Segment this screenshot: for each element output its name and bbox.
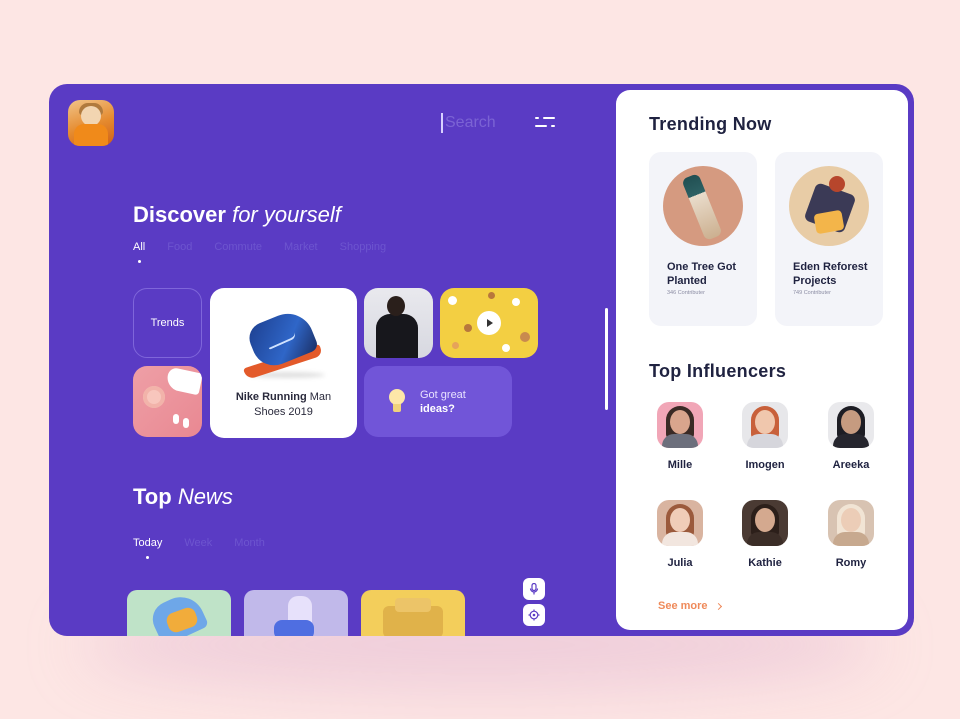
influencer-kathie[interactable]: Kathie xyxy=(730,500,800,569)
app-window: Discover for yourself All Food Commute M… xyxy=(49,84,914,636)
avatar xyxy=(828,500,874,546)
search-input[interactable] xyxy=(445,114,515,132)
trending-image xyxy=(789,166,869,246)
earbuds-image-card[interactable] xyxy=(133,366,202,437)
filter-icon[interactable] xyxy=(535,114,555,130)
tab-month[interactable]: Month xyxy=(234,537,265,549)
ideas-card[interactable]: Got great ideas? xyxy=(364,366,512,437)
tab-week[interactable]: Week xyxy=(184,537,212,549)
search-box[interactable] xyxy=(441,112,521,134)
nike-product-card[interactable]: Nike Running Man Shoes 2019 xyxy=(210,288,357,438)
trending-card-2[interactable]: Eden Reforest Projects 749 Contributer xyxy=(775,152,883,326)
influencers-title: Top Influencers xyxy=(649,361,787,381)
discover-heading: Discover for yourself xyxy=(133,202,341,228)
influencer-imogen[interactable]: Imogen xyxy=(730,402,800,471)
influencer-name: Julia xyxy=(667,557,693,569)
trending-image xyxy=(663,166,743,246)
news-card-2[interactable] xyxy=(244,590,348,636)
target-icon[interactable] xyxy=(523,604,545,626)
see-more-link[interactable]: See more xyxy=(658,600,722,612)
influencer-name: Imogen xyxy=(745,459,785,471)
ideas-text: Got great ideas? xyxy=(420,388,466,416)
text-caret xyxy=(441,113,443,133)
trending-contributors: 346 Contributer xyxy=(667,290,705,296)
tab-today[interactable]: Today xyxy=(133,537,162,559)
trends-label: Trends xyxy=(150,317,185,329)
trending-title: Trending Now xyxy=(649,114,772,134)
trending-name: One Tree Got Planted xyxy=(667,261,737,287)
influencer-name: Areeka xyxy=(832,459,870,471)
right-panel: Trending Now One Tree Got Planted 346 Co… xyxy=(616,90,908,630)
discover-title-bold: Discover xyxy=(133,202,226,227)
discover-tabs: All Food Commute Market Shopping xyxy=(133,241,408,263)
play-icon[interactable] xyxy=(477,311,501,335)
trending-name: Eden Reforest Projects xyxy=(793,261,868,287)
discover-title-italic: for yourself xyxy=(232,202,341,227)
news-title-bold: Top xyxy=(133,484,172,509)
influencer-name: Romy xyxy=(835,557,867,569)
influencer-name: Mille xyxy=(667,459,693,471)
ideas-line2: ideas? xyxy=(420,402,455,415)
avatar xyxy=(742,500,788,546)
trends-card[interactable]: Trends xyxy=(133,288,202,358)
bulb-icon xyxy=(388,388,406,415)
tab-all[interactable]: All xyxy=(133,241,145,263)
influencer-mille[interactable]: Mille xyxy=(645,402,715,471)
ideas-line1: Got great xyxy=(420,388,466,401)
trending-contributors: 749 Contributer xyxy=(793,290,831,296)
user-avatar[interactable] xyxy=(68,100,114,146)
chevron-right-icon xyxy=(714,602,722,610)
avatar xyxy=(828,402,874,448)
influencer-julia[interactable]: Julia xyxy=(645,500,715,569)
influencer-romy[interactable]: Romy xyxy=(816,500,886,569)
tab-food[interactable]: Food xyxy=(167,241,192,253)
tab-shopping[interactable]: Shopping xyxy=(340,241,387,253)
avatar xyxy=(742,402,788,448)
news-card-1[interactable] xyxy=(127,590,231,636)
news-title-italic: News xyxy=(177,484,233,509)
shoe-image xyxy=(229,302,339,382)
news-heading: Top News xyxy=(133,484,233,510)
nike-product-title: Nike Running Man Shoes 2019 xyxy=(229,390,339,420)
fashion-image-card[interactable] xyxy=(364,288,433,358)
see-more-label: See more xyxy=(658,600,708,612)
avatar xyxy=(657,402,703,448)
news-card-3[interactable] xyxy=(361,590,465,636)
video-card[interactable] xyxy=(440,288,538,358)
news-tabs: Today Week Month xyxy=(133,537,287,559)
scrollbar-handle[interactable] xyxy=(605,308,608,410)
mic-icon[interactable] xyxy=(523,578,545,600)
tab-commute[interactable]: Commute xyxy=(214,241,262,253)
influencer-name: Kathie xyxy=(748,557,782,569)
influencer-areeka[interactable]: Areeka xyxy=(816,402,886,471)
tab-market[interactable]: Market xyxy=(284,241,318,253)
trending-card-1[interactable]: One Tree Got Planted 346 Contributer xyxy=(649,152,757,326)
nike-title-bold: Nike Running xyxy=(235,391,307,403)
avatar xyxy=(657,500,703,546)
